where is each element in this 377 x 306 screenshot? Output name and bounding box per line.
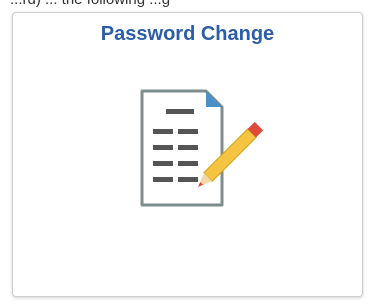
tile-title: Password Change (100, 23, 275, 45)
password-change-tile[interactable]: Password Change (12, 12, 363, 297)
partial-top-text: ...rd) ... the following ...g (10, 0, 170, 8)
document-edit-icon (140, 89, 264, 207)
top-strip: ...rd) ... the following ...g (0, 0, 377, 10)
